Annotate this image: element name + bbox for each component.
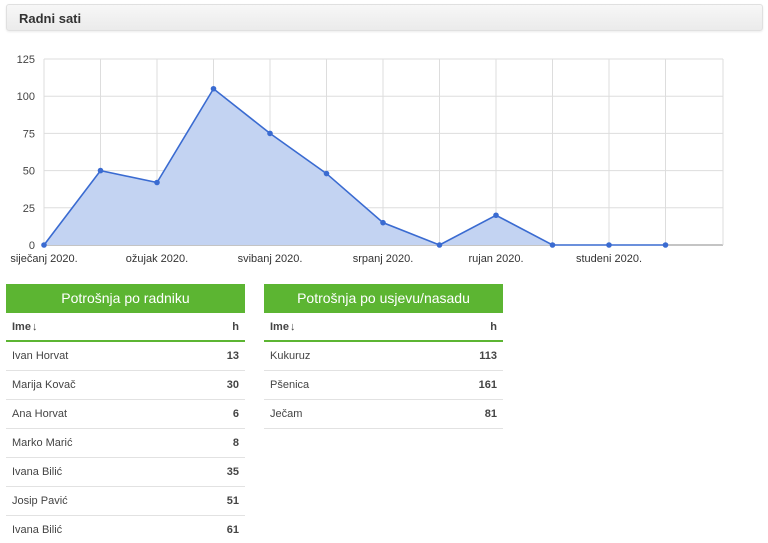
x-axis-ticks: siječanj 2020. ožujak 2020. svibanj 2020. s… xyxy=(10,253,642,265)
table-row: Josip Pavić 51 xyxy=(6,487,245,516)
workers-table-title: Potrošnja po radniku xyxy=(6,284,245,313)
data-point[interactable] xyxy=(606,242,612,248)
row-hours: 81 xyxy=(484,408,497,420)
crops-table: Potrošnja po usjevu/nasadu Ime↓ h Kukuru… xyxy=(264,284,503,429)
panel-title: Radni sati xyxy=(19,11,82,26)
row-name: Ječam xyxy=(270,408,303,420)
table-row: Marija Kovač 30 xyxy=(6,371,245,400)
row-name: Ana Horvat xyxy=(12,408,68,420)
data-point[interactable] xyxy=(493,212,499,219)
row-hours: 113 xyxy=(479,350,497,362)
y-tick-label: 100 xyxy=(17,91,35,103)
row-hours: 61 xyxy=(226,524,239,536)
area-fill xyxy=(44,88,666,245)
column-hours-header[interactable]: h xyxy=(232,321,239,333)
x-tick-label: rujan 2020. xyxy=(468,253,523,265)
row-name: Josip Pavić xyxy=(12,495,68,507)
column-name-header[interactable]: Ime↓ xyxy=(270,321,295,333)
panel-header: Radni sati xyxy=(6,4,763,31)
row-hours: 8 xyxy=(232,437,239,449)
x-tick-label: siječanj 2020. xyxy=(10,253,77,265)
row-hours: 51 xyxy=(226,495,239,507)
row-name: Marija Kovač xyxy=(12,379,76,391)
table-row: Ivana Bilić 61 xyxy=(6,516,245,543)
table-row: Marko Marić 8 xyxy=(6,429,245,458)
x-tick-label: svibanj 2020. xyxy=(238,253,303,265)
table-row: Kukuruz 113 xyxy=(264,342,503,371)
row-hours: 13 xyxy=(226,350,239,362)
data-point[interactable] xyxy=(436,242,443,248)
row-name: Ivana Bilić xyxy=(12,466,63,478)
crops-table-header: Ime↓ h xyxy=(264,313,503,342)
row-name: Kukuruz xyxy=(270,350,311,362)
data-point[interactable] xyxy=(154,179,160,186)
y-tick-label: 25 xyxy=(23,203,35,215)
chart-area xyxy=(43,87,666,246)
y-tick-label: 75 xyxy=(23,128,35,140)
sort-down-icon: ↓ xyxy=(289,320,296,333)
data-point[interactable] xyxy=(97,167,104,174)
x-tick-label: ožujak 2020. xyxy=(126,253,188,265)
row-name: Ivana Bilić xyxy=(12,524,63,536)
column-name-header[interactable]: Ime↓ xyxy=(12,321,37,333)
row-name: Ivan Horvat xyxy=(12,350,69,362)
row-hours: 30 xyxy=(226,379,239,391)
crops-table-title: Potrošnja po usjevu/nasadu xyxy=(264,284,503,313)
sort-down-icon: ↓ xyxy=(31,320,38,333)
data-point[interactable] xyxy=(323,170,330,177)
row-name: Marko Marić xyxy=(12,437,73,449)
y-axis-ticks: 0 25 50 75 100 125 xyxy=(17,54,35,252)
x-tick-label: srpanj 2020. xyxy=(353,253,414,265)
workers-table: Potrošnja po radniku Ime↓ h Ivan Horvat 1… xyxy=(6,284,245,543)
x-tick-label: studeni 2020. xyxy=(576,253,642,265)
table-row: Ječam 81 xyxy=(264,400,503,429)
data-point[interactable] xyxy=(380,219,386,226)
workers-table-header: Ime↓ h xyxy=(6,313,245,342)
data-point[interactable] xyxy=(267,130,273,137)
row-hours: 161 xyxy=(478,379,497,391)
table-row: Ivan Horvat 13 xyxy=(6,342,245,371)
table-row: Pšenica 161 xyxy=(264,371,503,400)
y-tick-label: 0 xyxy=(29,240,35,252)
hours-area-chart: 0 25 50 75 100 125 siječanj 2020. ožujak 2020.… xyxy=(10,54,724,265)
row-name: Pšenica xyxy=(270,379,310,391)
table-row: Ana Horvat 6 xyxy=(6,400,245,429)
data-point[interactable] xyxy=(210,85,217,92)
column-hours-header[interactable]: h xyxy=(490,321,497,333)
y-tick-label: 50 xyxy=(23,166,35,178)
data-point[interactable] xyxy=(41,242,47,248)
row-hours: 35 xyxy=(226,466,239,478)
data-point[interactable] xyxy=(549,242,556,248)
data-point[interactable] xyxy=(662,242,669,248)
table-row: Ivana Bilić 35 xyxy=(6,458,245,487)
row-hours: 6 xyxy=(232,408,239,420)
y-tick-label: 125 xyxy=(17,54,35,66)
